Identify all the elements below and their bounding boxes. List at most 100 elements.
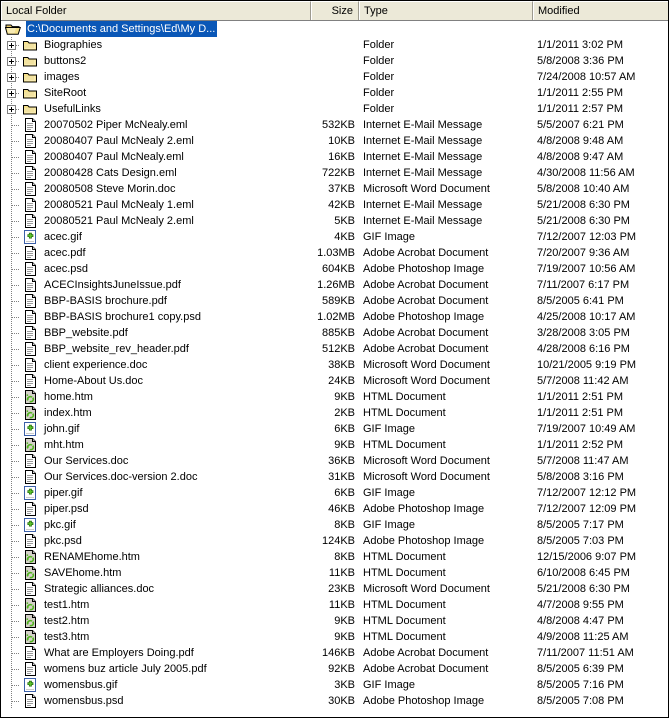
table-row[interactable]: ACECInsightsJuneIssue.pdf1.26MBAdobe Acr… — [1, 277, 668, 293]
table-row[interactable]: test3.htm9KBHTML Document4/9/2008 11:25 … — [1, 629, 668, 645]
cell-name[interactable]: client experience.doc — [1, 357, 311, 373]
table-row[interactable]: BBP_website.pdf885KBAdobe Acrobat Docume… — [1, 325, 668, 341]
table-row[interactable]: SiteRootFolder1/1/2011 2:55 PM — [1, 85, 668, 101]
table-row[interactable]: home.htm9KBHTML Document1/1/2011 2:51 PM — [1, 389, 668, 405]
cell-name[interactable]: acec.psd — [1, 261, 311, 277]
cell-name[interactable]: 20080521 Paul McNealy 1.eml — [1, 197, 311, 213]
table-row[interactable]: imagesFolder7/24/2008 10:57 AM — [1, 69, 668, 85]
cell-name[interactable]: Home-About Us.doc — [1, 373, 311, 389]
table-row[interactable]: BBP-BASIS brochure.pdf589KBAdobe Acrobat… — [1, 293, 668, 309]
table-row[interactable]: client experience.doc38KBMicrosoft Word … — [1, 357, 668, 373]
table-row[interactable]: pkc.gif8KBGIF Image8/5/2005 7:17 PM — [1, 517, 668, 533]
table-row[interactable]: piper.gif6KBGIF Image7/12/2007 12:12 PM — [1, 485, 668, 501]
table-row[interactable]: What are Employers Doing.pdf146KBAdobe A… — [1, 645, 668, 661]
cell-name[interactable]: mht.htm — [1, 437, 311, 453]
cell-name[interactable]: piper.gif — [1, 485, 311, 501]
cell-name[interactable]: BBP_website_rev_header.pdf — [1, 341, 311, 357]
column-header-modified[interactable]: Modified — [533, 1, 668, 20]
table-row[interactable]: test1.htm11KBHTML Document4/7/2008 9:55 … — [1, 597, 668, 613]
cell-name[interactable]: acec.pdf — [1, 245, 311, 261]
cell-name[interactable]: SiteRoot — [1, 85, 311, 101]
table-row[interactable]: 20080521 Paul McNealy 1.eml42KBInternet … — [1, 197, 668, 213]
cell-name[interactable]: C:\Documents and Settings\Ed\My D... — [1, 21, 311, 37]
table-row[interactable]: BBP-BASIS brochure1 copy.psd1.02MBAdobe … — [1, 309, 668, 325]
cell-name[interactable]: 20080428 Cats Design.eml — [1, 165, 311, 181]
file-name-label: images — [43, 69, 81, 85]
table-row[interactable]: acec.gif4KBGIF Image7/12/2007 12:03 PM — [1, 229, 668, 245]
cell-name[interactable]: pkc.gif — [1, 517, 311, 533]
table-row[interactable]: 20070502 Piper McNealy.eml532KBInternet … — [1, 117, 668, 133]
cell-name[interactable]: Our Services.doc-version 2.doc — [1, 469, 311, 485]
expand-plus-icon[interactable] — [7, 89, 16, 98]
cell-name[interactable]: Strategic alliances.doc — [1, 581, 311, 597]
table-row[interactable]: womens buz article July 2005.pdf92KBAdob… — [1, 661, 668, 677]
cell-name[interactable]: test2.htm — [1, 613, 311, 629]
table-row[interactable]: 20080508 Steve Morin.doc37KBMicrosoft Wo… — [1, 181, 668, 197]
cell-name[interactable]: BBP_website.pdf — [1, 325, 311, 341]
table-row[interactable]: 20080428 Cats Design.eml722KBInternet E-… — [1, 165, 668, 181]
table-row[interactable]: index.htm2KBHTML Document1/1/2011 2:51 P… — [1, 405, 668, 421]
cell-name[interactable]: Our Services.doc — [1, 453, 311, 469]
cell-name[interactable]: john.gif — [1, 421, 311, 437]
table-row[interactable]: acec.pdf1.03MBAdobe Acrobat Document7/20… — [1, 245, 668, 261]
table-row[interactable]: mht.htm9KBHTML Document1/1/2011 2:52 PM — [1, 437, 668, 453]
table-row[interactable]: C:\Documents and Settings\Ed\My D...Fold… — [1, 21, 668, 37]
cell-name[interactable]: What are Employers Doing.pdf — [1, 645, 311, 661]
cell-name[interactable]: 20080508 Steve Morin.doc — [1, 181, 311, 197]
table-row[interactable]: Home-About Us.doc24KBMicrosoft Word Docu… — [1, 373, 668, 389]
table-row[interactable]: pkc.psd124KBAdobe Photoshop Image8/5/200… — [1, 533, 668, 549]
cell-type: Adobe Photoshop Image — [359, 501, 533, 517]
cell-name[interactable]: womensbus.gif — [1, 677, 311, 693]
expand-plus-icon[interactable] — [7, 41, 16, 50]
table-row[interactable]: test2.htm9KBHTML Document4/8/2008 4:47 P… — [1, 613, 668, 629]
table-row[interactable]: buttons2Folder5/8/2008 3:36 PM — [1, 53, 668, 69]
cell-name[interactable]: buttons2 — [1, 53, 311, 69]
table-row[interactable]: SAVEhome.htm11KBHTML Document6/10/2008 6… — [1, 565, 668, 581]
table-row[interactable]: 20080521 Paul McNealy 2.eml5KBInternet E… — [1, 213, 668, 229]
column-header-local-folder[interactable]: Local Folder — [1, 1, 311, 20]
tree-line-horizontal — [12, 333, 20, 334]
table-row[interactable]: UsefulLinksFolder1/1/2011 2:57 PM — [1, 101, 668, 117]
table-row[interactable]: womensbus.psd30KBAdobe Photoshop Image8/… — [1, 693, 668, 709]
table-row[interactable]: Our Services.doc-version 2.doc31KBMicros… — [1, 469, 668, 485]
cell-name[interactable]: ACECInsightsJuneIssue.pdf — [1, 277, 311, 293]
cell-name[interactable]: acec.gif — [1, 229, 311, 245]
cell-name[interactable]: RENAMEhome.htm — [1, 549, 311, 565]
table-row[interactable]: BiographiesFolder1/1/2011 3:02 PM — [1, 37, 668, 53]
table-row[interactable]: RENAMEhome.htm8KBHTML Document12/15/2006… — [1, 549, 668, 565]
table-row[interactable]: 20080407 Paul McNealy.eml16KBInternet E-… — [1, 149, 668, 165]
cell-name[interactable]: 20080407 Paul McNealy.eml — [1, 149, 311, 165]
table-row[interactable]: BBP_website_rev_header.pdf512KBAdobe Acr… — [1, 341, 668, 357]
cell-name[interactable]: UsefulLinks — [1, 101, 311, 117]
expand-plus-icon[interactable] — [7, 57, 16, 66]
table-row[interactable]: piper.psd46KBAdobe Photoshop Image7/12/2… — [1, 501, 668, 517]
cell-name[interactable]: 20080407 Paul McNealy 2.eml — [1, 133, 311, 149]
cell-name[interactable]: images — [1, 69, 311, 85]
expand-plus-icon[interactable] — [7, 73, 16, 82]
cell-name[interactable]: womens buz article July 2005.pdf — [1, 661, 311, 677]
cell-name[interactable]: test1.htm — [1, 597, 311, 613]
tree-line-horizontal — [12, 669, 20, 670]
expand-plus-icon[interactable] — [7, 105, 16, 114]
column-header-type[interactable]: Type — [359, 1, 533, 20]
cell-name[interactable]: SAVEhome.htm — [1, 565, 311, 581]
cell-name[interactable]: womensbus.psd — [1, 693, 311, 709]
table-row[interactable]: acec.psd604KBAdobe Photoshop Image7/19/2… — [1, 261, 668, 277]
table-row[interactable]: 20080407 Paul McNealy 2.eml10KBInternet … — [1, 133, 668, 149]
cell-name[interactable]: 20070502 Piper McNealy.eml — [1, 117, 311, 133]
cell-name[interactable]: test3.htm — [1, 629, 311, 645]
cell-name[interactable]: home.htm — [1, 389, 311, 405]
cell-name[interactable]: BBP-BASIS brochure1 copy.psd — [1, 309, 311, 325]
table-row[interactable]: Strategic alliances.doc23KBMicrosoft Wor… — [1, 581, 668, 597]
cell-name[interactable]: 20080521 Paul McNealy 2.eml — [1, 213, 311, 229]
table-row[interactable]: womensbus.gif3KBGIF Image8/5/2005 7:16 P… — [1, 677, 668, 693]
cell-name[interactable]: index.htm — [1, 405, 311, 421]
cell-name[interactable]: Biographies — [1, 37, 311, 53]
table-row[interactable]: john.gif6KBGIF Image7/19/2007 10:49 AM — [1, 421, 668, 437]
cell-name[interactable]: BBP-BASIS brochure.pdf — [1, 293, 311, 309]
column-header-size[interactable]: Size — [311, 1, 359, 20]
cell-name[interactable]: piper.psd — [1, 501, 311, 517]
table-row[interactable]: Our Services.doc36KBMicrosoft Word Docum… — [1, 453, 668, 469]
file-name-label: womensbus.psd — [43, 693, 126, 709]
cell-name[interactable]: pkc.psd — [1, 533, 311, 549]
